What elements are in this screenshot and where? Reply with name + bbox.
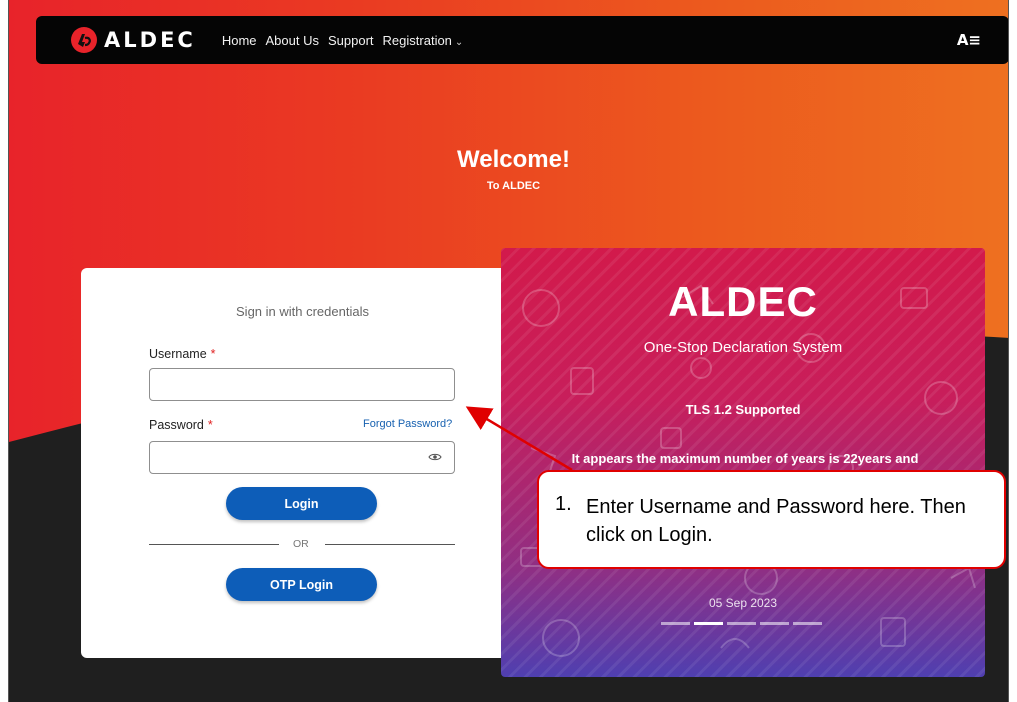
chevron-down-icon: ⌄ xyxy=(454,36,464,48)
aldec-logo-icon xyxy=(71,27,97,53)
required-marker: * xyxy=(207,418,213,432)
divider-right xyxy=(325,544,455,545)
banner-subtitle: One-Stop Declaration System xyxy=(643,339,843,356)
welcome-subheading: To ALDEC xyxy=(486,180,541,192)
eye-icon[interactable] xyxy=(428,450,442,464)
welcome-heading: Welcome! xyxy=(457,146,570,173)
otp-login-button[interactable]: OTP Login xyxy=(226,568,377,601)
nav-registration-label: Registration xyxy=(382,32,452,48)
username-label-text: Username xyxy=(149,347,207,361)
announcement-carousel[interactable]: ALDEC One-Stop Declaration System TLS 1.… xyxy=(501,248,985,677)
login-button[interactable]: Login xyxy=(226,487,377,520)
password-input[interactable] xyxy=(149,441,455,474)
signin-caption: Sign in with credentials xyxy=(236,304,369,319)
required-marker: * xyxy=(210,347,216,361)
carousel-dot[interactable] xyxy=(727,622,756,625)
username-label: Username * xyxy=(149,347,216,361)
text-size-icon[interactable]: A≡ xyxy=(957,31,981,49)
instruction-callout: 1. Enter Username and Password here. The… xyxy=(537,470,1006,569)
carousel-dot[interactable] xyxy=(661,622,690,625)
brand-name: ALDEC xyxy=(104,28,196,52)
forgot-password-link[interactable]: Forgot Password? xyxy=(363,418,452,430)
banner-message: It appears the maximum number of years i… xyxy=(571,451,919,466)
login-card: Sign in with credentials Username * Passw… xyxy=(81,268,509,658)
nav-home[interactable]: Home xyxy=(222,33,257,48)
app-window: ALDEC Home About Us Support Registration… xyxy=(8,0,1009,702)
carousel-indicators xyxy=(661,622,822,625)
callout-step-number: 1. xyxy=(555,493,572,515)
nav-support[interactable]: Support xyxy=(328,33,374,48)
password-label-text: Password xyxy=(149,418,204,432)
password-label: Password * xyxy=(149,418,213,432)
divider-left xyxy=(149,544,279,545)
carousel-dot-active[interactable] xyxy=(694,622,723,625)
nav-about-us[interactable]: About Us xyxy=(266,33,319,48)
username-input[interactable] xyxy=(149,368,455,401)
banner-title: ALDEC xyxy=(668,278,818,325)
carousel-dot[interactable] xyxy=(793,622,822,625)
nav-registration[interactable]: Registration ⌄ xyxy=(383,33,464,48)
tls-notice: TLS 1.2 Supported xyxy=(685,402,801,417)
brand-logo[interactable]: ALDEC xyxy=(70,26,196,54)
or-divider-text: OR xyxy=(293,538,309,550)
banner-date: 05 Sep 2023 xyxy=(708,596,778,610)
carousel-dot[interactable] xyxy=(760,622,789,625)
top-navbar: ALDEC Home About Us Support Registration… xyxy=(36,16,1008,64)
callout-text: Enter Username and Password here. Then c… xyxy=(586,496,966,546)
